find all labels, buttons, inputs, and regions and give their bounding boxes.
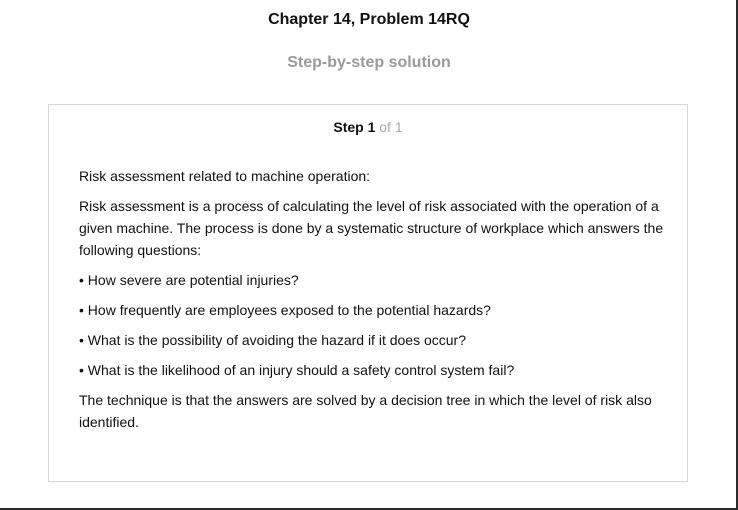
solution-card: Step 1 of 1 Risk assessment related to m… (48, 104, 688, 482)
step-label: Step 1 (333, 119, 376, 135)
step-header: Step 1 of 1 (49, 119, 687, 135)
content-intro: Risk assessment is a process of calculat… (79, 198, 664, 258)
content-heading: Risk assessment related to machine opera… (79, 168, 371, 184)
step-count: of 1 (379, 119, 403, 135)
bullet-item: • What is the likelihood of an injury sh… (79, 362, 515, 378)
solution-subtitle: Step-by-step solution (287, 54, 451, 71)
solution-content: Risk assessment related to machine opera… (79, 165, 669, 441)
content-conclusion: The technique is that the answers are so… (79, 392, 652, 430)
bullet-item: • How frequently are employees exposed t… (79, 302, 491, 318)
chapter-title: Chapter 14, Problem 14RQ (268, 11, 470, 28)
bullet-item: • How severe are potential injuries? (79, 272, 299, 288)
bullet-item: • What is the possibility of avoiding th… (79, 332, 466, 348)
